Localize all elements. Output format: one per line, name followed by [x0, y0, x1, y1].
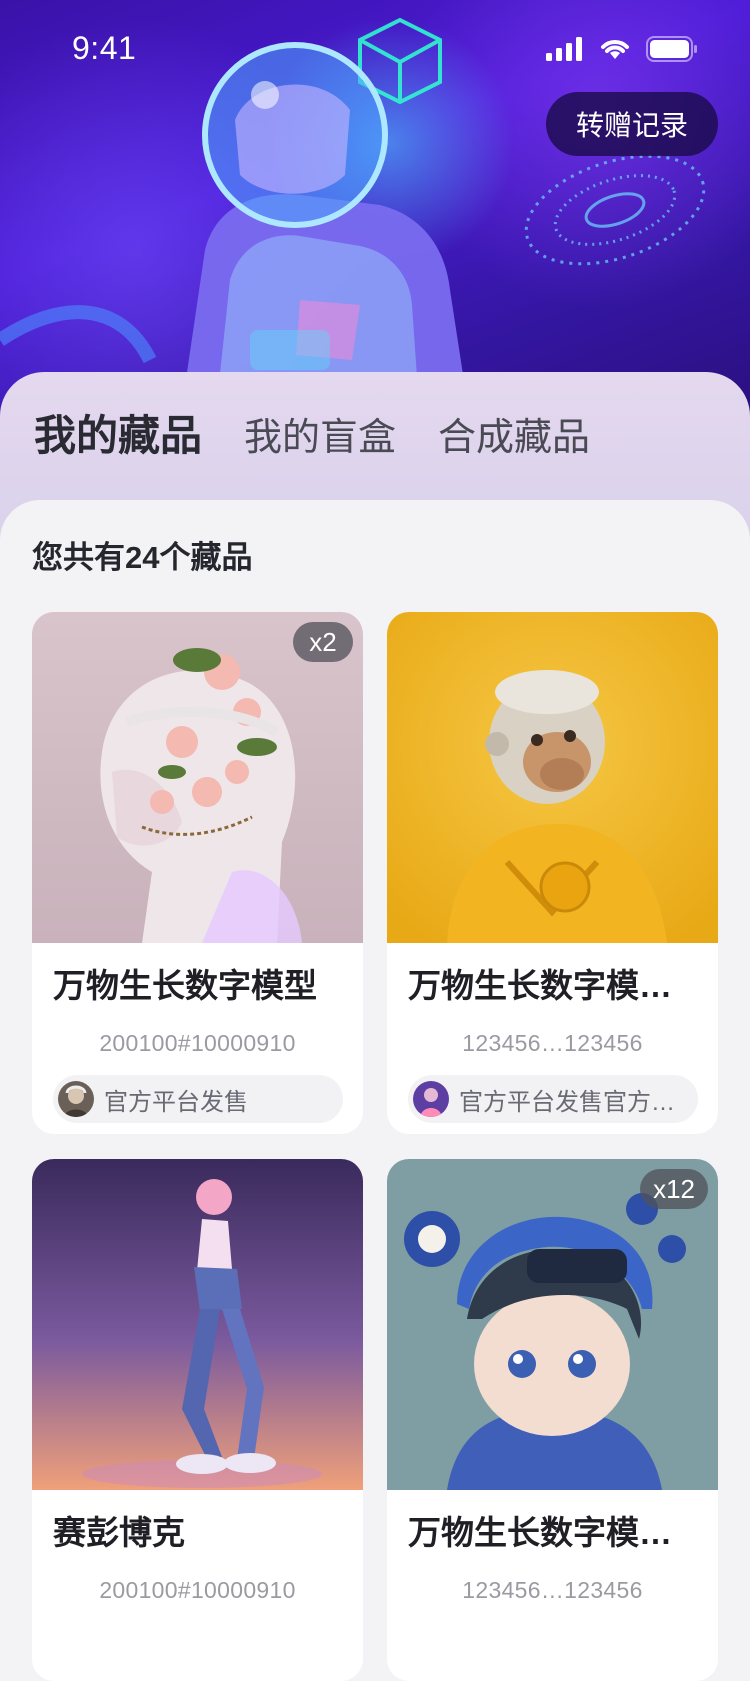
issuer-name: 官方平台发售 [104, 1088, 248, 1116]
collectible-serial: 123456…123456 [462, 1030, 643, 1056]
collectible-serial: 123456…123456 [462, 1577, 643, 1603]
collectible-title: 万物生长数字模型… [408, 967, 700, 1004]
status-time: 9:41 [72, 30, 137, 66]
tab-my-blind-boxes[interactable]: 我的盲盒 [244, 406, 396, 461]
hero-banner: 9:41 转赠记录 [0, 0, 750, 420]
collection-count: 您共有24个藏品 [32, 540, 253, 575]
issuer-avatar [58, 1081, 94, 1117]
collection-tabs: 我的藏品 我的盲盒 合成藏品 [34, 402, 590, 463]
galaxy-swirl [524, 154, 706, 266]
status-icons [546, 36, 698, 62]
collectible-title: 赛彭博克 [53, 1514, 185, 1551]
quantity-badge: x2 [293, 622, 353, 662]
issuer-tag: 官方平台发售 [53, 1075, 343, 1123]
collectible-title: 万物生长数字模型… [408, 1514, 700, 1551]
issuer-avatar [413, 1081, 449, 1117]
issuer-name: 官方平台发售官方… [459, 1088, 675, 1116]
collectible-image: x12 [387, 1159, 718, 1490]
collectible-card[interactable]: x12 万物生长数字模型… 123456…123456 [387, 1159, 718, 1681]
collectible-card[interactable]: x2 万物生长数字模型 200100#10000910 官方平台发售 [32, 612, 363, 1134]
collectible-serial: 200100#10000910 [99, 1577, 296, 1603]
walking-figure-image [32, 1159, 363, 1490]
collectible-image [32, 1159, 363, 1490]
tab-my-collectibles[interactable]: 我的藏品 [34, 402, 202, 463]
ape-yellow-jacket-image [387, 612, 718, 943]
status-bar: 9:41 [0, 0, 750, 88]
collectible-card[interactable]: 赛彭博克 200100#10000910 [32, 1159, 363, 1681]
collectible-title: 万物生长数字模型 [53, 967, 317, 1004]
collectible-serial: 200100#10000910 [99, 1030, 296, 1056]
quantity-badge: x12 [640, 1169, 708, 1209]
collection-content: 您共有24个藏品 x2 万物生长数字模型 200100#10000910 官方平… [0, 500, 750, 1681]
collectible-image: x2 [32, 612, 363, 943]
transfer-history-button[interactable]: 转赠记录 [546, 92, 718, 156]
collectible-card[interactable]: 万物生长数字模型… 123456…123456 官方平台发售官方… [387, 612, 718, 1134]
issuer-tag: 官方平台发售官方… [408, 1075, 698, 1123]
battery-icon [646, 36, 697, 62]
collectible-image [387, 612, 718, 943]
cellular-signal-icon [546, 37, 582, 61]
wifi-icon [601, 40, 629, 59]
tab-synthesized-collectibles[interactable]: 合成藏品 [438, 406, 590, 461]
